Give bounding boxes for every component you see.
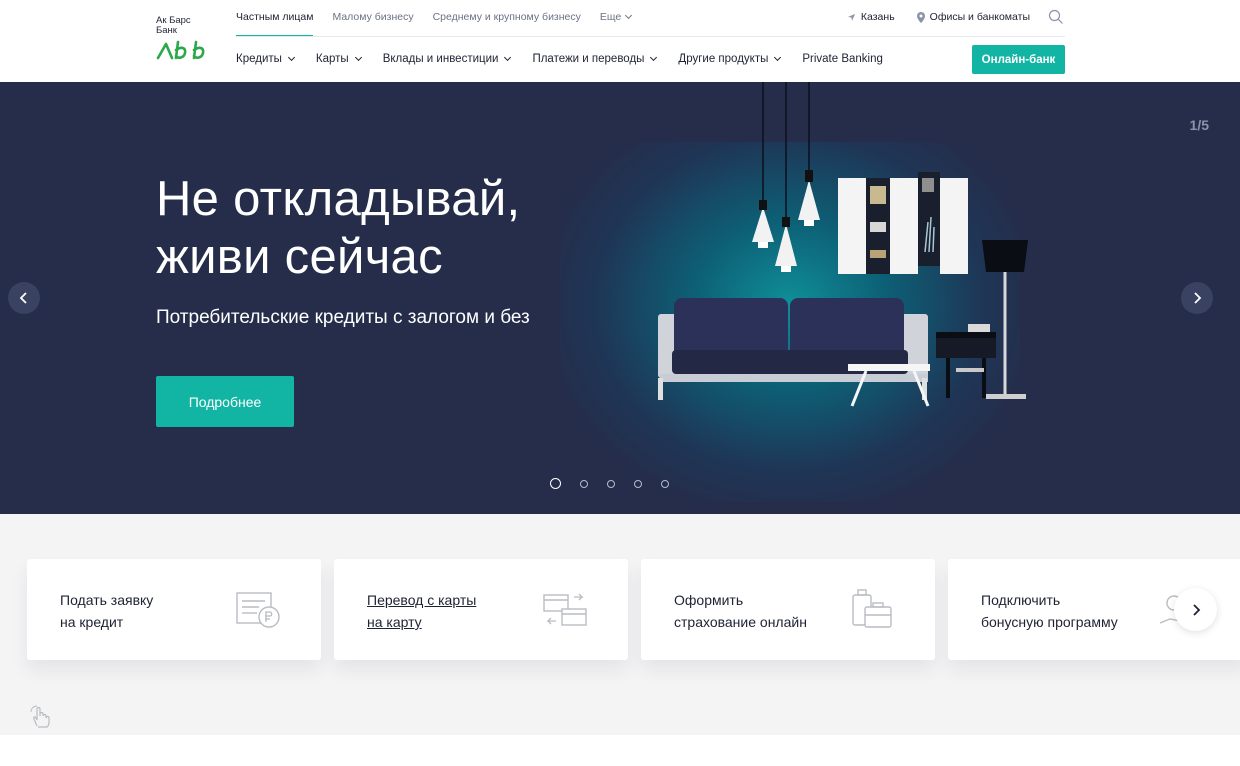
quick-actions-section: Подать заявку на кредит Перевод с карты на…	[0, 514, 1240, 735]
quick-action-insurance[interactable]: Оформить страхование онлайн	[641, 559, 935, 660]
slide-dot-5[interactable]	[661, 479, 669, 488]
location-arrow-icon	[847, 13, 856, 21]
card-label: Подать заявку на кредит	[60, 592, 154, 630]
nav-deposits-investments[interactable]: Вклады и инвестиции	[383, 53, 512, 65]
tab-small-business[interactable]: Малому бизнесу	[332, 0, 413, 36]
header-utilities: Казань Офисы и банкоматы	[825, 0, 1064, 34]
nav-other-products[interactable]: Другие продукты	[678, 53, 782, 65]
card-transfer-icon	[543, 593, 587, 626]
card-label: Перевод с карты на карту	[367, 592, 477, 630]
search-icon	[1048, 9, 1063, 24]
logo-text-line2: Банк	[156, 25, 177, 36]
hero-title: Не откладывай, живи сейчас	[156, 172, 521, 284]
tab-corporate-business[interactable]: Среднему и крупному бизнесу	[433, 0, 581, 36]
slide-pagination	[550, 478, 688, 489]
prev-slide-button[interactable]	[8, 282, 40, 314]
chevron-down-icon	[625, 11, 633, 20]
city-label: Казань	[860, 11, 895, 23]
chevron-down-icon	[504, 53, 512, 61]
swipe-hand-icon	[30, 705, 50, 728]
nav-private-banking[interactable]: Private Banking	[802, 53, 883, 65]
online-bank-button[interactable]: Онлайн-банк	[972, 45, 1065, 74]
chevron-down-icon	[354, 53, 362, 61]
chevron-down-icon	[774, 53, 782, 61]
hero-slider: Не откладывай, живи сейчас Потребительск…	[0, 82, 1240, 514]
chevron-left-icon	[19, 292, 27, 304]
offices-atms-link[interactable]: Офисы и банкоматы	[916, 11, 1030, 23]
offices-label: Офисы и банкоматы	[929, 11, 1030, 23]
nav-cards[interactable]: Карты	[316, 53, 362, 65]
credit-application-icon	[236, 592, 280, 628]
slide-dot-2[interactable]	[580, 479, 588, 488]
nav-payments-transfers[interactable]: Платежи и переводы	[532, 53, 658, 65]
nav-credits[interactable]: Кредиты	[236, 53, 295, 65]
main-navigation: Кредиты Карты Вклады и инвестиции Платеж…	[236, 37, 905, 81]
slide-counter: 1/5	[1189, 117, 1209, 133]
quick-action-credit-application[interactable]: Подать заявку на кредит	[27, 559, 321, 660]
quick-action-card-transfer[interactable]: Перевод с карты на карту	[334, 559, 628, 660]
slide-dot-3[interactable]	[607, 479, 615, 488]
ak-bars-logo[interactable]: Ак Барс Банк	[156, 16, 218, 66]
chevron-right-icon	[1194, 292, 1202, 304]
city-selector[interactable]: Казань	[847, 11, 895, 23]
slide-dot-4[interactable]	[634, 479, 642, 488]
card-label: Подключить бонусную программу	[981, 592, 1118, 630]
hero-subtitle: Потребительские кредиты с залогом и без	[156, 307, 530, 328]
chevron-right-icon	[1192, 603, 1200, 616]
quick-actions-next-button[interactable]	[1174, 588, 1217, 631]
map-pin-icon	[916, 11, 925, 23]
slide-dot-1[interactable]	[550, 478, 561, 489]
tab-more[interactable]: Еще	[600, 0, 633, 36]
chevron-down-icon	[287, 53, 295, 61]
search-button[interactable]	[1048, 9, 1064, 25]
site-header: Ак Барс Банк Частным лицам Малому бизнес…	[0, 0, 1240, 82]
learn-more-button[interactable]: Подробнее	[156, 376, 294, 427]
tab-private-clients[interactable]: Частным лицам	[236, 0, 314, 37]
luggage-insurance-icon	[852, 589, 892, 628]
customer-segment-tabs: Частным лицам Малому бизнесу Среднему и …	[236, 0, 650, 37]
living-room-illustration	[658, 82, 1028, 407]
chevron-down-icon	[650, 53, 658, 61]
next-slide-button[interactable]	[1181, 282, 1213, 314]
logo-mark-icon	[156, 40, 205, 60]
card-label: Оформить страхование онлайн	[674, 592, 807, 630]
